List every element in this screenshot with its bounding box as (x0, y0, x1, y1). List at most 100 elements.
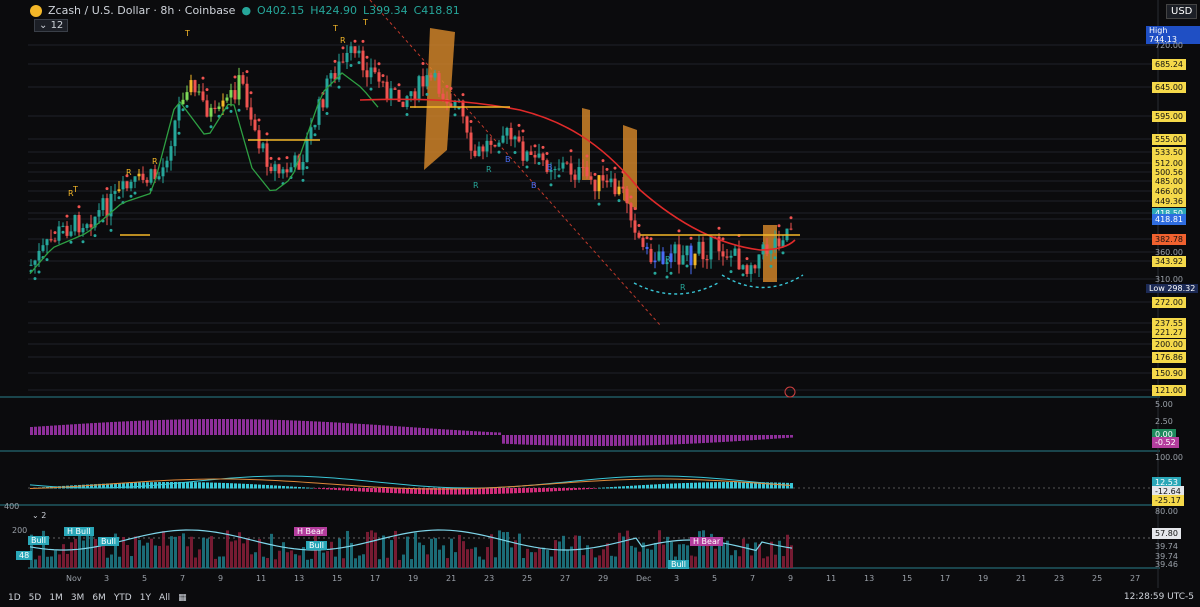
timeframe-1m[interactable]: 1M (49, 593, 63, 603)
volume-bar (742, 538, 745, 568)
histogram-bar (678, 435, 681, 445)
oscillator-bar (790, 483, 793, 489)
signal-dot (557, 174, 561, 178)
volume-bar (646, 548, 649, 568)
volume-bar (530, 552, 533, 568)
volume-bar (166, 545, 169, 568)
volume-bar (266, 558, 269, 568)
timeframe-3m[interactable]: 3M (71, 593, 85, 603)
histogram-bar (374, 424, 377, 435)
volume-bar (690, 555, 693, 568)
price-level-label: 533.50 (1152, 147, 1186, 158)
histogram-bar (526, 435, 529, 445)
price-level-label: 343.92 (1152, 256, 1186, 267)
signal-letter: T (184, 29, 190, 38)
volume-bar (738, 556, 741, 568)
oscillator-bar (582, 488, 585, 490)
oscillator-bar (358, 488, 361, 492)
signal-dot (249, 91, 253, 95)
histogram-bar (570, 435, 573, 446)
volume-bar (406, 536, 409, 568)
symbol-title[interactable]: Zcash / U.S. Dollar · 8h · Coinbase (48, 4, 235, 17)
oscillator-bar (722, 482, 725, 489)
volume-bar (786, 534, 789, 568)
oscillator-level-label: 57.80 (1152, 528, 1181, 539)
histogram-bar (202, 419, 205, 435)
oscillator-bar (478, 488, 481, 495)
timeframe-ytd[interactable]: YTD (114, 593, 132, 603)
histogram-bar (238, 419, 241, 435)
histogram-bar (130, 421, 133, 435)
candle (149, 168, 153, 185)
currency-select[interactable]: USD (1166, 4, 1198, 19)
volume-bar (630, 545, 633, 568)
oscillator-level-label: 39.46 (1155, 560, 1178, 569)
histogram-bar (166, 419, 169, 435)
histogram-bar (582, 435, 585, 446)
oscillator-bar (398, 488, 401, 494)
signal-dot (637, 223, 641, 227)
histogram-bar (574, 435, 577, 446)
histogram-bar (750, 435, 753, 441)
histogram-bar (518, 435, 521, 445)
signal-letter: R (126, 168, 132, 177)
volume-bar (526, 548, 529, 568)
histogram-bar (530, 435, 533, 445)
signal-dot (689, 236, 693, 240)
signal-letter: T (362, 18, 368, 27)
histogram-bar (334, 422, 337, 435)
low-label: Low 298.32 (1146, 284, 1199, 293)
signal-dot (445, 84, 449, 88)
time-axis-label: 15 (332, 574, 343, 583)
panel-count[interactable]: ⌄ 2 (32, 511, 46, 520)
histogram-bar (446, 429, 449, 435)
calendar-icon[interactable]: ▦ (178, 593, 187, 603)
timeframe-6m[interactable]: 6M (92, 593, 106, 603)
timeframe-1d[interactable]: 1D (8, 593, 21, 603)
histogram-bar (106, 422, 109, 435)
histogram-bar (454, 430, 457, 435)
histogram-bar (426, 428, 429, 435)
oscillator-bar (742, 482, 745, 489)
oscillator-bar (318, 488, 321, 489)
oscillator-bar (314, 488, 317, 489)
histogram-bar (50, 425, 53, 435)
volume-bar (242, 543, 245, 568)
volume-bar (538, 547, 541, 568)
indicator-count: 12 (50, 20, 64, 31)
histogram-bar (30, 427, 33, 435)
volume-bar (182, 533, 185, 568)
volume-bar (518, 533, 521, 568)
histogram-bar (514, 435, 517, 445)
oscillator-bar (162, 482, 165, 489)
oscillator-bar (230, 483, 233, 489)
divergence-tag: Bull (28, 536, 50, 545)
oscillator-bar (322, 488, 325, 490)
volume-bar (258, 539, 261, 568)
timeframe-1y[interactable]: 1Y (140, 593, 151, 603)
timeframe-all[interactable]: All (159, 593, 170, 603)
indicator-count-badge[interactable]: ⌄ 12 (34, 19, 69, 32)
histogram-bar (74, 424, 77, 435)
signal-dot (537, 161, 541, 165)
signal-dot (549, 183, 553, 187)
signal-dot (677, 229, 681, 233)
histogram-bar (474, 431, 477, 435)
volume-bar (306, 559, 309, 568)
timeframe-5d[interactable]: 5D (29, 593, 42, 603)
histogram-bar (326, 422, 329, 435)
time-axis-label: 5 (142, 574, 148, 583)
volume-bar (150, 538, 153, 568)
volume-bar (734, 550, 737, 568)
time-axis-label: 7 (750, 574, 756, 583)
oscillator-bar (202, 482, 205, 489)
volume-bar (610, 555, 613, 568)
oscillator-bar (702, 482, 705, 489)
signal-letter: B (505, 155, 511, 164)
oscillator-bar (498, 488, 501, 494)
histogram-bar (742, 435, 745, 441)
divergence-tag: Bull (98, 537, 120, 546)
price-chart[interactable]: TTTTRRRRRRRBBBR (0, 0, 1200, 607)
histogram-bar (102, 422, 105, 435)
oscillator-bar (610, 487, 613, 489)
